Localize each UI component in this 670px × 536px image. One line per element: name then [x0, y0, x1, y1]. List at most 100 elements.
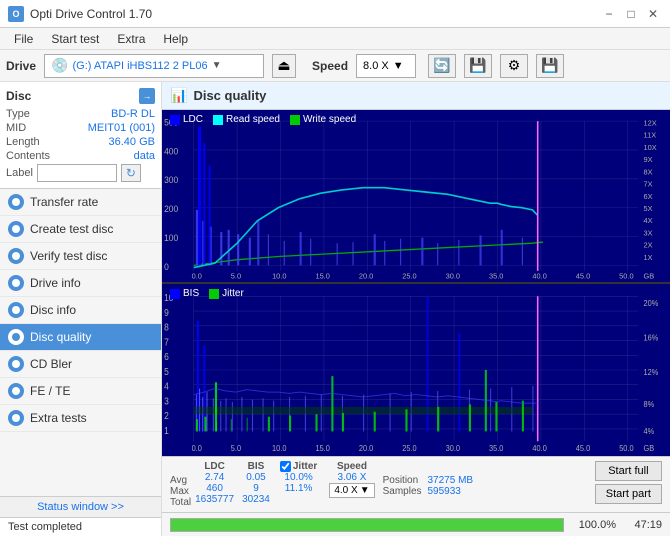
title-bar: O Opti Drive Control 1.70 − □ ✕ — [0, 0, 670, 28]
stats-ldc-max: 460 — [206, 483, 223, 494]
menu-file[interactable]: File — [6, 30, 41, 48]
jitter-max: 11.1% — [285, 483, 313, 494]
close-button[interactable]: ✕ — [644, 5, 662, 23]
svg-text:12%: 12% — [644, 367, 659, 377]
settings-button[interactable]: ⚙ — [500, 54, 528, 78]
sidebar-item-cd-bler[interactable]: CD Bler — [0, 351, 161, 378]
sidebar-item-label-transfer-rate: Transfer rate — [30, 195, 98, 209]
stats-bis-max: 9 — [253, 483, 259, 494]
legend-jitter-dot — [209, 289, 219, 299]
jitter-checkbox[interactable] — [280, 461, 291, 472]
chart2-svg: 10 9 8 7 6 5 4 3 2 1 0.0 5.0 10.0 15.0 — [162, 284, 670, 456]
svg-text:5.0: 5.0 — [231, 444, 242, 454]
svg-text:GB: GB — [644, 444, 655, 454]
disc-panel: Disc → Type BD-R DL MID MEIT01 (001) Len… — [0, 82, 161, 189]
stats-bis-total: 30234 — [242, 494, 270, 505]
content-header-icon: 📊 — [170, 87, 187, 104]
svg-text:0.0: 0.0 — [192, 272, 202, 281]
sidebar-item-verify-test-disc[interactable]: Verify test disc — [0, 243, 161, 270]
progress-bar-inner — [171, 519, 563, 531]
sidebar-item-disc-quality[interactable]: Disc quality — [0, 324, 161, 351]
disc-mid-row: MID MEIT01 (001) — [6, 122, 155, 134]
stats-speed-value: 3.06 X — [338, 472, 367, 483]
stats-speed-dropdown[interactable]: 4.0 X ▼ — [329, 483, 374, 498]
menu-start-test[interactable]: Start test — [43, 30, 107, 48]
sidebar-item-drive-info[interactable]: Drive info — [0, 270, 161, 297]
legend-read-speed-dot — [213, 115, 223, 125]
svg-text:20.0: 20.0 — [359, 444, 374, 454]
disc-button[interactable]: 💾 — [464, 54, 492, 78]
sidebar-item-label-disc-info: Disc info — [30, 303, 76, 317]
speed-selector[interactable]: 8.0 X ▼ — [356, 54, 416, 78]
stats-ldc-header: LDC — [204, 461, 225, 472]
start-full-button[interactable]: Start full — [595, 461, 662, 481]
disc-label-label: Label — [6, 167, 33, 179]
legend-jitter-label: Jitter — [222, 288, 244, 299]
app-icon: O — [8, 6, 24, 22]
legend-bis-label: BIS — [183, 288, 199, 299]
stats-ldc-avg: 2.74 — [205, 472, 224, 483]
stats-speed-dropdown-arrow: ▼ — [360, 485, 370, 496]
minimize-button[interactable]: − — [600, 5, 618, 23]
disc-type-value: BD-R DL — [111, 108, 155, 120]
svg-text:16%: 16% — [644, 333, 659, 343]
drive-selector[interactable]: 💿 (G:) ATAPI iHBS112 2 PL06 ▼ — [44, 54, 264, 78]
svg-text:5: 5 — [164, 366, 169, 377]
svg-text:200: 200 — [164, 204, 178, 214]
content-header-title: Disc quality — [193, 88, 266, 103]
svg-text:20%: 20% — [644, 299, 659, 309]
svg-text:300: 300 — [164, 175, 178, 185]
sidebar-item-label-extra-tests: Extra tests — [30, 411, 87, 425]
sidebar-item-transfer-rate[interactable]: Transfer rate — [0, 189, 161, 216]
status-area: Status window >> Test completed — [0, 496, 161, 536]
stats-bis-header: BIS — [248, 461, 265, 472]
jitter-avg: 10.0% — [284, 472, 312, 483]
svg-text:50.0: 50.0 — [619, 272, 633, 281]
samples-label: Samples — [383, 486, 422, 497]
eject-button[interactable]: ⏏ — [272, 54, 296, 78]
svg-text:5.0: 5.0 — [231, 272, 241, 281]
disc-label-input[interactable] — [37, 164, 117, 182]
stats-avg-label: Avg — [170, 475, 191, 486]
title-bar-controls: − □ ✕ — [600, 5, 662, 23]
svg-text:6X: 6X — [644, 192, 653, 201]
sidebar-item-extra-tests[interactable]: Extra tests — [0, 405, 161, 432]
sidebar-item-label-fe-te: FE / TE — [30, 384, 70, 398]
sidebar-item-fe-te[interactable]: FE / TE — [0, 378, 161, 405]
svg-text:50.0: 50.0 — [619, 444, 634, 454]
position-label: Position — [383, 475, 422, 486]
disc-panel-icon[interactable]: → — [139, 88, 155, 104]
status-window-button[interactable]: Status window >> — [0, 497, 161, 518]
menu-help[interactable]: Help — [155, 30, 196, 48]
nav-icon-disc-quality — [8, 329, 24, 345]
refresh-button[interactable]: 🔄 — [428, 54, 456, 78]
nav-items: Transfer rate Create test disc Verify te… — [0, 189, 161, 432]
svg-text:6: 6 — [164, 352, 169, 363]
start-part-button[interactable]: Start part — [595, 484, 662, 504]
sidebar-item-label-create-test-disc: Create test disc — [30, 222, 113, 236]
speed-label: Speed — [312, 59, 348, 73]
legend-read-speed: Read speed — [213, 114, 280, 125]
legend-jitter: Jitter — [209, 288, 244, 299]
sidebar-item-create-test-disc[interactable]: Create test disc — [0, 216, 161, 243]
charts-container: LDC Read speed Write speed — [162, 110, 670, 456]
title-bar-left: O Opti Drive Control 1.70 — [8, 6, 152, 22]
sidebar-item-label-drive-info: Drive info — [30, 276, 81, 290]
drive-bar: Drive 💿 (G:) ATAPI iHBS112 2 PL06 ▼ ⏏ Sp… — [0, 50, 670, 82]
legend-write-speed-label: Write speed — [303, 114, 356, 125]
disc-label-button[interactable]: ↻ — [121, 164, 141, 182]
save-button[interactable]: 💾 — [536, 54, 564, 78]
chart2-legend: BIS Jitter — [170, 288, 244, 299]
chart1-svg: 500 400 300 200 100 0 0.0 5.0 10.0 15.0 … — [162, 110, 670, 282]
svg-text:35.0: 35.0 — [489, 272, 503, 281]
svg-text:20.0: 20.0 — [359, 272, 373, 281]
maximize-button[interactable]: □ — [622, 5, 640, 23]
menu-extra[interactable]: Extra — [109, 30, 153, 48]
svg-text:GB: GB — [644, 272, 655, 281]
svg-text:4%: 4% — [644, 426, 655, 436]
disc-contents-row: Contents data — [6, 150, 155, 162]
legend-ldc-label: LDC — [183, 114, 203, 125]
svg-text:15.0: 15.0 — [315, 272, 329, 281]
sidebar-item-disc-info[interactable]: Disc info — [0, 297, 161, 324]
legend-write-speed: Write speed — [290, 114, 356, 125]
